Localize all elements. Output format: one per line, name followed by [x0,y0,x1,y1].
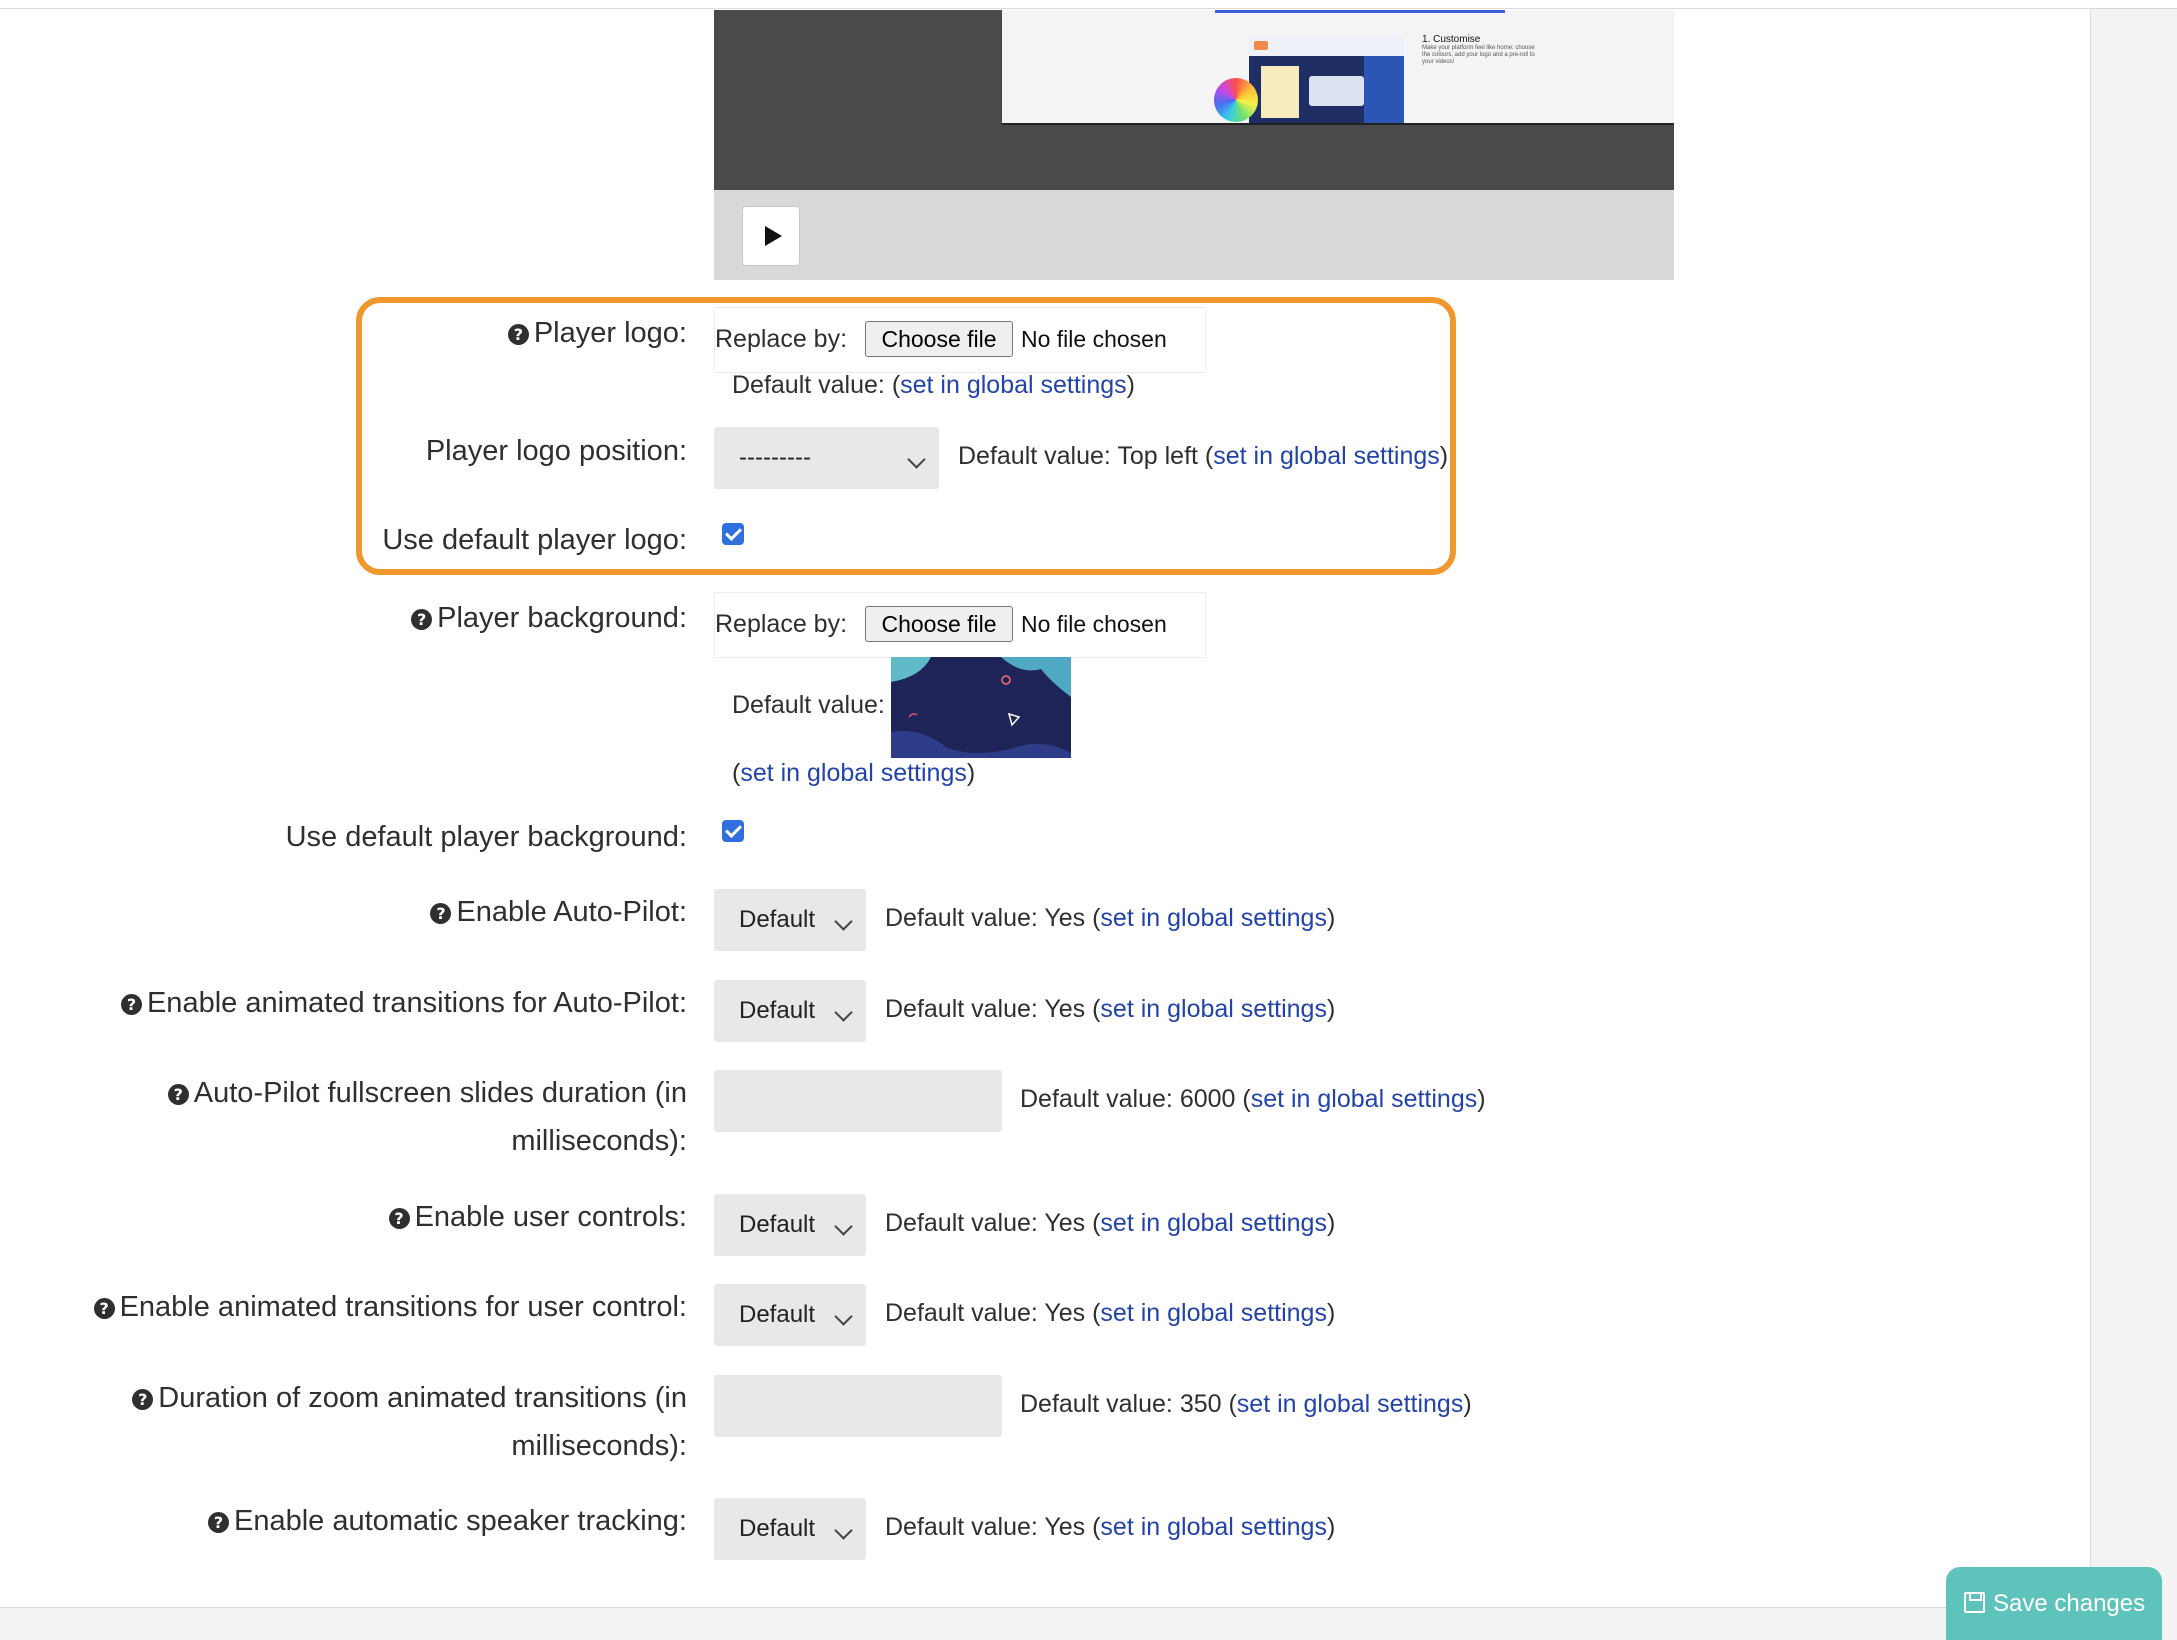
help-icon[interactable]: ? [93,1298,115,1319]
use-default-player-background-label: Use default player background: [285,821,687,853]
enable-anim-user-default: Default value: Yes (set in global settin… [885,1299,1336,1327]
global-settings-link[interactable]: set in global settings [1100,1299,1327,1327]
help-icon[interactable]: ? [167,1084,189,1105]
speaker-tracking-default: Default value: Yes (set in global settin… [885,1513,1336,1541]
chevron-down-icon [834,1521,853,1540]
use-default-player-logo-checkbox[interactable] [722,523,744,545]
global-settings-link[interactable]: set in global settings [740,759,967,787]
mockup-logo [1254,41,1268,50]
help-icon[interactable]: ? [208,1512,230,1533]
thumbnail-progress-bar [1215,10,1505,13]
play-icon [764,226,782,246]
help-icon[interactable]: ? [411,609,433,630]
thumbnail-caption-body: Make your platform feel like home: choos… [1422,45,1535,65]
save-changes-button[interactable]: Save changes [1946,1567,2162,1640]
no-file-label: No file chosen [1021,326,1167,352]
use-default-player-background-checkbox[interactable] [722,820,744,842]
global-settings-link[interactable]: set in global settings [900,371,1127,399]
player-background-global-settings: (set in global settings) [732,759,976,787]
enable-anim-autopilot-default: Default value: Yes (set in global settin… [885,995,1336,1023]
save-icon [1964,1592,1985,1613]
chevron-down-icon [834,912,853,931]
mockup-card [1309,76,1364,106]
player-logo-default: Default value: (set in global settings) [732,371,1135,399]
replace-by-label: Replace by: [715,610,848,638]
global-settings-link[interactable]: set in global settings [1251,1085,1478,1113]
zoom-duration-input[interactable] [714,1375,1002,1437]
chevron-down-icon [834,1217,853,1236]
help-icon[interactable]: ? [388,1208,410,1229]
video-player: 1. Customise Make your platform feel lik… [714,10,1674,280]
enable-autopilot-default: Default value: Yes (set in global settin… [885,904,1336,932]
choose-file-button[interactable]: Choose file [865,321,1013,357]
player-logo-position-select[interactable]: --------- [714,427,939,489]
global-settings-link[interactable]: set in global settings [1100,904,1327,932]
enable-user-controls-label: ? Enable user controls: [388,1193,687,1241]
help-icon[interactable]: ? [120,994,142,1015]
enable-anim-user-label: ? Enable animated transitions for user co… [93,1283,687,1331]
enable-anim-autopilot-select[interactable]: Default [714,980,866,1042]
player-background-file-input: Replace by: Choose file No file chosen [714,592,1206,658]
video-controls [714,190,1674,280]
color-wheel-icon [1214,78,1258,122]
mockup-header [1249,36,1404,56]
zoom-duration-default: Default value: 350 (set in global settin… [1020,1390,1472,1418]
global-settings-link[interactable]: set in global settings [1100,995,1327,1023]
enable-autopilot-label: ? Enable Auto-Pilot: [430,888,687,936]
player-logo-label: ? Player logo: [507,309,687,357]
replace-by-label: Replace by: [715,325,848,353]
speaker-tracking-select[interactable]: Default [714,1498,866,1560]
enable-user-controls-default: Default value: Yes (set in global settin… [885,1209,1336,1237]
player-logo-position-label: Player logo position: [425,435,687,467]
player-background-default-label: Default value: [732,691,885,719]
global-settings-link[interactable]: set in global settings [1100,1209,1327,1237]
video-thumbnail: 1. Customise Make your platform feel lik… [1002,10,1674,125]
background-preview-image [891,657,1071,758]
player-logo-file-input: Replace by: Choose file No file chosen [714,307,1206,373]
global-settings-link[interactable]: set in global settings [1213,442,1440,470]
enable-anim-user-select[interactable]: Default [714,1284,866,1346]
chevron-down-icon [834,1307,853,1326]
help-icon[interactable]: ? [507,324,529,345]
player-logo-position-default: Default value: Top left (set in global s… [958,442,1449,470]
chevron-down-icon [834,1003,853,1022]
help-icon[interactable]: ? [430,903,452,924]
enable-user-controls-select[interactable]: Default [714,1194,866,1256]
play-button[interactable] [742,206,800,266]
thumbnail-caption: 1. Customise Make your platform feel lik… [1422,34,1542,66]
thumbnail-caption-title: 1. Customise [1422,34,1481,45]
global-settings-link[interactable]: set in global settings [1100,1513,1327,1541]
speaker-tracking-label: ? Enable automatic speaker tracking: [208,1497,687,1545]
enable-anim-autopilot-label: ? Enable animated transitions for Auto-Pi… [120,979,687,1027]
use-default-player-logo-label: Use default player logo: [382,524,687,556]
thumbnail-mockup [1249,36,1404,123]
autopilot-duration-label: ? Auto-Pilot fullscreen slides duration (… [167,1069,687,1165]
global-settings-link[interactable]: set in global settings [1237,1390,1464,1418]
autopilot-duration-default: Default value: 6000 (set in global setti… [1020,1085,1486,1113]
zoom-duration-label: ? Duration of zoom animated transitions (… [132,1374,687,1470]
help-icon[interactable]: ? [132,1389,154,1410]
enable-autopilot-select[interactable]: Default [714,889,866,951]
no-file-label: No file chosen [1021,611,1167,637]
chevron-down-icon [907,450,926,469]
autopilot-duration-input[interactable] [714,1070,1002,1132]
mockup-panel [1261,66,1299,118]
mockup-sidebar [1364,56,1404,123]
player-background-label: ? Player background: [411,594,687,642]
choose-file-button[interactable]: Choose file [865,606,1013,642]
